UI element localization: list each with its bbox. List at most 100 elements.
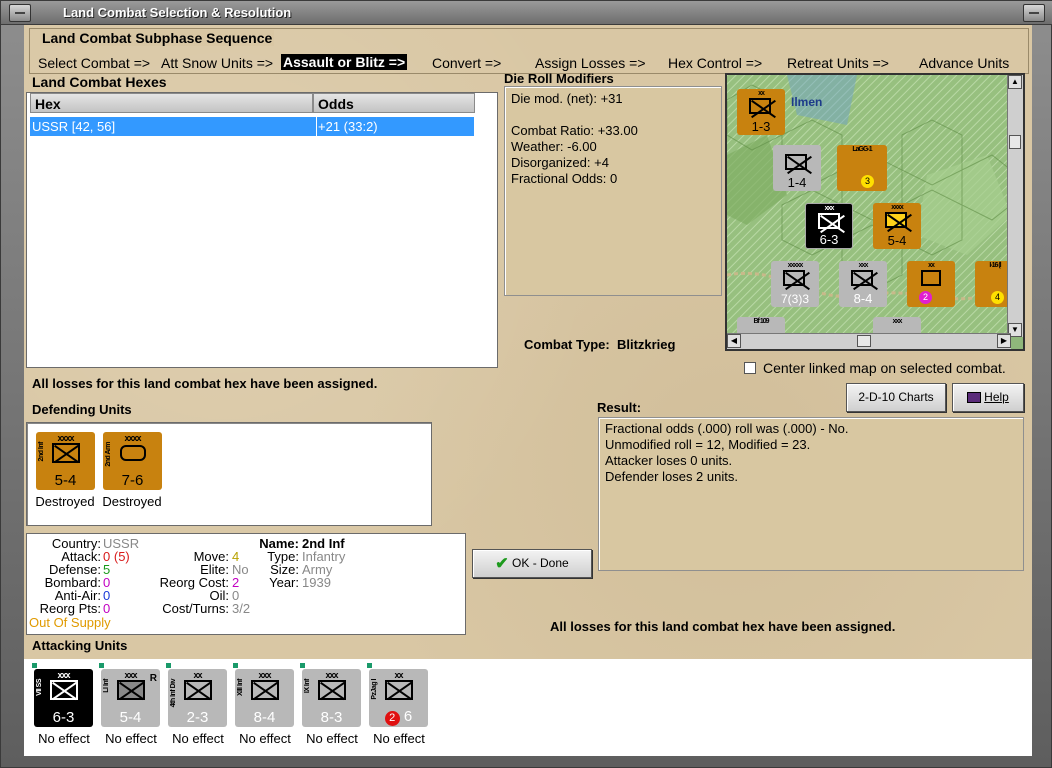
book-icon: [967, 392, 982, 404]
phase-att-snow[interactable]: Att Snow Units =>: [161, 55, 273, 71]
scroll-left-icon[interactable]: ◀: [727, 334, 741, 348]
die-roll-title: Die Roll Modifiers: [504, 71, 614, 86]
system-menu-button[interactable]: [9, 4, 31, 22]
unit-status: No effect: [172, 731, 224, 746]
result-line: Unmodified roll = 12, Modified = 23.: [605, 437, 811, 452]
attacking-panel: xxx VII SS 6-3 No effect xxx LI Inf R 5-4 No eff…: [24, 659, 1032, 756]
scroll-thumb[interactable]: [857, 335, 871, 347]
info-costturns: 3/2: [232, 601, 251, 616]
ok-label: OK - Done: [512, 556, 569, 570]
status-dot: [233, 663, 238, 668]
phase-hex-control[interactable]: Hex Control =>: [668, 55, 762, 71]
unit-status: No effect: [38, 731, 90, 746]
info-year: 1939: [302, 575, 331, 590]
window-title: Land Combat Selection & Resolution: [63, 5, 292, 20]
ok-done-button[interactable]: ✔ OK - Done: [472, 549, 592, 578]
map-counter[interactable]: xx 2: [907, 261, 955, 307]
die-line: Combat Ratio: +33.00: [511, 123, 638, 138]
map-counter-air[interactable]: LaGG-1 3: [837, 145, 887, 191]
minimize-button[interactable]: [1023, 4, 1045, 22]
die-line: Fractional Odds: 0: [511, 171, 618, 186]
map-scrollbar-horizontal[interactable]: ◀ ▶: [727, 333, 1011, 349]
attacking-unit[interactable]: xxx LI Inf R 5-4: [101, 669, 160, 727]
help-button[interactable]: Help: [952, 383, 1024, 412]
col-odds[interactable]: Odds: [313, 93, 475, 113]
info-label: Cost/Turns:: [162, 601, 229, 616]
info-label: Reorg Pts:: [39, 601, 101, 616]
attacking-title: Attacking Units: [32, 638, 128, 653]
combat-type-label: Combat Type:: [524, 337, 610, 352]
unit-status: No effect: [373, 731, 425, 746]
result-line: Defender loses 2 units.: [605, 469, 738, 484]
map-counter[interactable]: xxx 8-4: [839, 261, 887, 307]
info-supply: Out Of Supply: [29, 615, 111, 630]
phase-assign-losses[interactable]: Assign Losses =>: [535, 55, 646, 71]
combat-type-value: Blitzkrieg: [616, 337, 676, 352]
unit-status: No effect: [306, 731, 358, 746]
scroll-up-icon[interactable]: ▲: [1008, 75, 1022, 89]
unit-status: No effect: [105, 731, 157, 746]
unit-status: Destroyed: [102, 494, 162, 509]
map-counter[interactable]: xxxxx 7(3)3: [771, 261, 819, 307]
odds-cell: +21 (33:2): [318, 119, 378, 134]
map-counter[interactable]: xxx 6-3: [805, 203, 853, 249]
status-dot: [300, 663, 305, 668]
defending-unit[interactable]: xxxx 2nd Inf 5-4: [36, 432, 95, 490]
scroll-thumb[interactable]: [1009, 135, 1021, 149]
center-map-label: Center linked map on selected combat.: [763, 360, 1006, 376]
attacking-unit[interactable]: xx 4th Inf Div 2-3: [168, 669, 227, 727]
phase-advance[interactable]: Advance Units: [919, 55, 1009, 71]
status-dot: [32, 663, 37, 668]
phase-convert[interactable]: Convert =>: [432, 55, 501, 71]
map-scrollbar-vertical[interactable]: ▲ ▼: [1007, 75, 1023, 337]
losses-message: All losses for this land combat hex have…: [32, 376, 378, 391]
subphase-sequence: Land Combat Subphase Sequence Select Com…: [29, 28, 1029, 74]
unit-status: Destroyed: [35, 494, 95, 509]
map-label-ilmen: Ilmen: [791, 95, 823, 109]
hex-row[interactable]: USSR [42, 56] +21 (33:2): [30, 117, 474, 136]
combat-type: Combat Type: Blitzkrieg: [524, 337, 675, 352]
result-title: Result:: [597, 400, 642, 415]
attacking-unit[interactable]: xx PzJag I2 6: [369, 669, 428, 727]
hexes-title: Land Combat Hexes: [32, 74, 167, 90]
status-dot: [166, 663, 171, 668]
phase-retreat[interactable]: Retreat Units =>: [787, 55, 889, 71]
charts-button[interactable]: 2-D-10 Charts: [846, 383, 946, 412]
die-line: Weather: -6.00: [511, 139, 597, 154]
defending-unit[interactable]: xxxx 2nd Arm 7-6: [103, 432, 162, 490]
hexes-table[interactable]: Hex Odds USSR [42, 56] +21 (33:2): [26, 92, 498, 368]
main-panel: Land Combat Subphase Sequence Select Com…: [24, 25, 1032, 756]
help-label: Help: [984, 390, 1009, 404]
attacking-unit[interactable]: xxx VII SS 6-3: [34, 669, 93, 727]
info-label: Year:: [269, 575, 299, 590]
unit-status: No effect: [239, 731, 291, 746]
defending-panel: xxxx 2nd Inf 5-4 Destroyed xxxx 2nd Arm …: [26, 422, 432, 526]
map-counter[interactable]: xxxx 5-4: [873, 203, 921, 249]
info-reorgpts: 0: [103, 601, 111, 616]
title-bar: Land Combat Selection & Resolution: [1, 1, 1052, 25]
status-dot: [99, 663, 104, 668]
map-counter[interactable]: 1-4: [773, 145, 821, 191]
attacking-unit[interactable]: xxx XIII Inf 8-4: [235, 669, 294, 727]
result-panel: Fractional odds (.000) roll was (.000) -…: [598, 417, 1024, 571]
phase-assault-blitz[interactable]: Assault or Blitz =>: [281, 54, 408, 70]
die-line: Disorganized: +4: [511, 155, 609, 170]
die-line: Die mod. (net): +31: [511, 91, 623, 106]
hex-cell: USSR [42, 56]: [32, 119, 116, 134]
col-hex[interactable]: Hex: [30, 93, 313, 113]
checkmark-icon: ✔: [495, 555, 509, 573]
scroll-right-icon[interactable]: ▶: [997, 334, 1011, 348]
status-dot: [367, 663, 372, 668]
die-line: [511, 107, 638, 123]
center-map-checkbox[interactable]: [744, 362, 756, 374]
losses-message-2: All losses for this land combat hex have…: [550, 619, 896, 634]
subphase-legend: Land Combat Subphase Sequence: [40, 30, 275, 46]
defending-title: Defending Units: [32, 402, 132, 417]
map-counter[interactable]: xx 1-3: [737, 89, 785, 135]
mini-map[interactable]: Ilmen xx 1-3 1-4 LaGG-1 3 xxx 6-3 xxxx 5-4 …: [725, 73, 1025, 351]
unit-info-panel: Country: USSR Attack: 0 (5) Defense: 5 B…: [26, 533, 466, 635]
attacking-unit[interactable]: xxx IX Inf 8-3: [302, 669, 361, 727]
phase-select-combat[interactable]: Select Combat =>: [38, 55, 150, 71]
die-roll-panel: Die mod. (net): +31 Combat Ratio: +33.00…: [504, 86, 722, 296]
result-line: Attacker loses 0 units.: [605, 453, 733, 468]
